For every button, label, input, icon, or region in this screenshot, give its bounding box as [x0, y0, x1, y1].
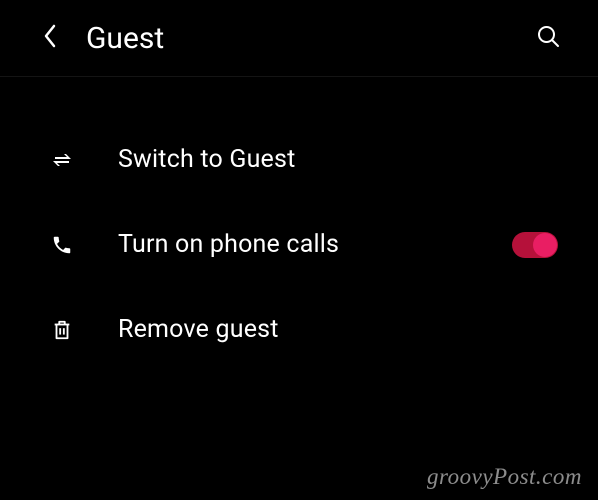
- list-item-label: Turn on phone calls: [118, 230, 512, 259]
- back-button[interactable]: [30, 18, 70, 58]
- switch-to-guest-row[interactable]: Switch to Guest: [0, 117, 598, 202]
- remove-guest-row[interactable]: Remove guest: [0, 287, 598, 372]
- header: Guest: [0, 0, 598, 77]
- phone-icon: [48, 231, 76, 259]
- trash-icon: [48, 316, 76, 344]
- list-item-label: Switch to Guest: [118, 145, 558, 174]
- list-item-label: Remove guest: [118, 315, 558, 344]
- watermark: groovyPost.com: [427, 464, 582, 490]
- swap-arrows-icon: [48, 146, 76, 174]
- search-icon: [536, 24, 560, 52]
- phone-calls-toggle[interactable]: [512, 232, 558, 258]
- settings-list: Switch to Guest Turn on phone calls Remo…: [0, 77, 598, 372]
- toggle-knob: [533, 233, 557, 257]
- chevron-left-icon: [43, 24, 57, 52]
- search-button[interactable]: [528, 18, 568, 58]
- phone-calls-row[interactable]: Turn on phone calls: [0, 202, 598, 287]
- page-title: Guest: [86, 21, 528, 56]
